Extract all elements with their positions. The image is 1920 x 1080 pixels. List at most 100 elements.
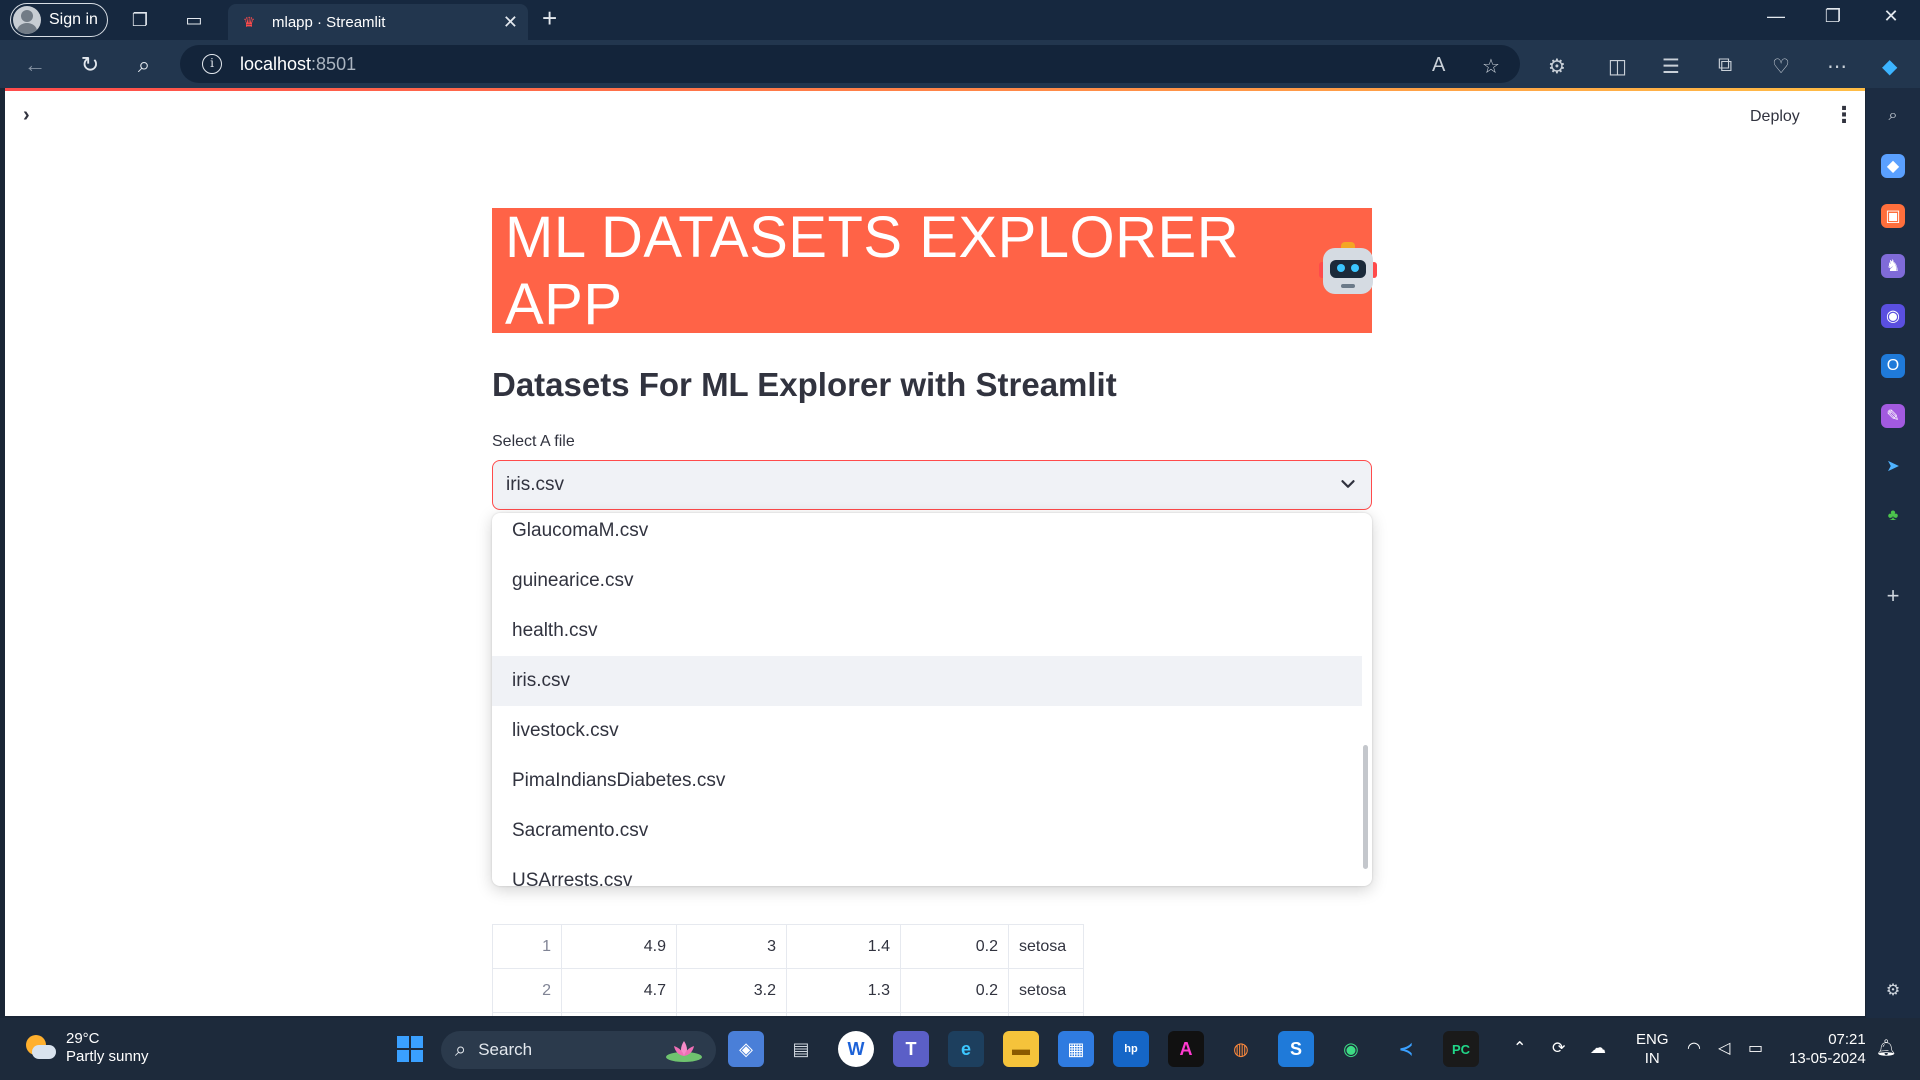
tray-overflow-icon[interactable]: ⌃ xyxy=(1513,1038,1526,1058)
task-view-icon[interactable]: ▤ xyxy=(783,1031,819,1067)
subheader: Datasets For ML Explorer with Streamlit xyxy=(492,366,1117,403)
sidebar-search-icon[interactable]: ⌕ xyxy=(1881,104,1905,128)
s-app-icon[interactable]: S xyxy=(1278,1031,1314,1067)
streamlit-favicon-icon: ♛ xyxy=(242,13,256,30)
more-options-icon[interactable]: ⋯ xyxy=(1827,54,1847,79)
microsoft365-icon[interactable]: ◉ xyxy=(1881,304,1905,328)
file-dropdown-menu[interactable]: USArrests.csv Sacramento.csv PimaIndiansDi… xyxy=(492,513,1372,886)
table-cell: 0.2 xyxy=(900,968,1009,1013)
sign-in-button[interactable]: Sign in xyxy=(10,3,108,37)
send-icon[interactable]: ➤ xyxy=(1881,454,1905,478)
search-icon: ⌕ xyxy=(455,1038,467,1061)
tools-icon[interactable]: ▣ xyxy=(1881,204,1905,228)
table-cell: 0.2 xyxy=(900,1012,1009,1016)
table-cell: 1.5 xyxy=(786,1012,901,1016)
back-icon[interactable]: ← xyxy=(22,52,48,78)
designer-icon[interactable]: ✎ xyxy=(1881,404,1905,428)
language-indicator[interactable]: ENG IN xyxy=(1636,1030,1669,1068)
deploy-button[interactable]: Deploy xyxy=(1750,108,1800,126)
table-cell: 4.7 xyxy=(561,968,677,1013)
favorites-icon[interactable]: ☰ xyxy=(1662,54,1680,79)
favorite-star-icon[interactable]: ☆ xyxy=(1482,54,1500,79)
table-cell: setosa xyxy=(1008,1012,1084,1016)
table-cell: setosa xyxy=(1008,924,1084,969)
read-aloud-icon[interactable]: A xyxy=(1432,54,1445,77)
dropdown-option[interactable]: Sacramento.csv xyxy=(492,806,1362,856)
myhp-icon[interactable]: hp xyxy=(1113,1031,1149,1067)
dropdown-option[interactable]: guinearice.csv xyxy=(492,556,1362,606)
pycharm-icon[interactable]: PC xyxy=(1443,1031,1479,1067)
outlook-icon[interactable]: O xyxy=(1881,354,1905,378)
browser-essentials-icon[interactable]: ♡ xyxy=(1772,54,1790,79)
partly-sunny-icon xyxy=(22,1031,56,1065)
table-cell: 1.4 xyxy=(786,924,901,969)
table-cell: 4.6 xyxy=(561,1012,677,1016)
sidebar-settings-icon[interactable]: ⚙ xyxy=(1881,978,1905,1002)
add-sidebar-app-icon[interactable]: + xyxy=(1881,583,1905,608)
select-label: Select A file xyxy=(492,433,575,450)
dropdown-scrollbar[interactable] xyxy=(1363,745,1368,869)
weather-widget[interactable]: 29°C Partly sunny xyxy=(22,1030,149,1066)
workspaces-icon[interactable]: ❐ xyxy=(128,8,152,32)
battery-icon[interactable]: ▭ xyxy=(1748,1038,1763,1058)
copilot-icon[interactable]: ◆ xyxy=(1882,54,1897,79)
collections-icon[interactable]: ⧉ xyxy=(1718,54,1732,77)
games-icon[interactable]: ♞ xyxy=(1881,254,1905,278)
chrome-icon[interactable]: ◉ xyxy=(1333,1031,1369,1067)
edge-icon[interactable]: e xyxy=(948,1031,984,1067)
teams-icon[interactable]: T xyxy=(893,1031,929,1067)
weather-condition: Partly sunny xyxy=(66,1048,149,1065)
word-app-icon[interactable]: W xyxy=(838,1031,874,1067)
windows-start-icon[interactable] xyxy=(392,1031,428,1067)
streamlit-page: › Deploy ⋮ ML DATASETS EXPLORER APP Data… xyxy=(5,88,1865,1016)
extensions-icon[interactable]: ⚙ xyxy=(1548,54,1566,79)
main-menu-icon[interactable]: ⋮ xyxy=(1833,102,1855,128)
restore-icon[interactable]: ❐ xyxy=(1818,6,1848,27)
tab-actions-icon[interactable]: ▭ xyxy=(182,8,206,32)
tree-icon[interactable]: ♣ xyxy=(1881,504,1905,528)
sync-icon[interactable]: ⟳ xyxy=(1552,1038,1565,1058)
lang-line2: IN xyxy=(1644,1050,1660,1067)
taskbar-search[interactable]: ⌕ Search xyxy=(441,1031,716,1069)
dropdown-option[interactable]: health.csv xyxy=(492,606,1362,656)
shopping-tag-icon[interactable]: ◆ xyxy=(1881,154,1905,178)
tab-mlapp[interactable]: ♛ mlapp · Streamlit ✕ xyxy=(228,4,528,40)
dropdown-option[interactable]: USArrests.csv xyxy=(492,856,1362,886)
volume-icon[interactable]: ◁ xyxy=(1718,1038,1730,1058)
notifications-bell-icon[interactable]: 🔔︎ xyxy=(1876,1038,1896,1058)
dropdown-option[interactable]: livestock.csv xyxy=(492,706,1362,756)
chevron-down-icon xyxy=(1341,480,1355,488)
table-cell: 0.2 xyxy=(900,924,1009,969)
window-close-icon[interactable]: ✕ xyxy=(1876,6,1906,27)
table-cell: setosa xyxy=(1008,968,1084,1013)
onedrive-icon[interactable]: ☁ xyxy=(1590,1038,1606,1058)
close-tab-icon[interactable]: ✕ xyxy=(503,12,518,33)
weather-temp: 29°C xyxy=(66,1030,100,1047)
dropdown-option[interactable]: GlaucomaM.csv xyxy=(492,513,1362,556)
store-icon[interactable]: ▦ xyxy=(1058,1031,1094,1067)
dropdown-option[interactable]: iris.csv xyxy=(492,656,1362,706)
url-field[interactable]: i localhost:8501 xyxy=(180,45,1520,83)
table-row: 34.63.11.50.2setosa xyxy=(492,1012,1084,1016)
adobe-express-icon[interactable]: A xyxy=(1168,1031,1204,1067)
clock-date: 13-05-2024 xyxy=(1789,1050,1866,1067)
refresh-icon[interactable]: ↻ xyxy=(77,52,103,78)
site-info-icon[interactable]: i xyxy=(202,54,222,74)
row-index-cell: 3 xyxy=(492,1012,562,1016)
windows-taskbar: 29°C Partly sunny ⌕ Search ◈ ▤ W T e ▬ ▦… xyxy=(0,1018,1920,1080)
table-cell: 3 xyxy=(676,924,787,969)
clock[interactable]: 07:21 13-05-2024 xyxy=(1789,1030,1866,1068)
vscode-icon[interactable]: ≺ xyxy=(1388,1031,1424,1067)
minimize-icon[interactable]: — xyxy=(1761,6,1791,27)
wifi-icon[interactable]: ◠ xyxy=(1687,1038,1701,1058)
dropdown-option[interactable]: PimaIndiansDiabetes.csv xyxy=(492,756,1362,806)
sidebar-toggle-icon[interactable]: › xyxy=(23,104,30,127)
new-tab-icon[interactable]: + xyxy=(542,3,557,34)
title-banner: ML DATASETS EXPLORER APP xyxy=(492,205,1377,337)
copilot-pre-icon[interactable]: ◈ xyxy=(728,1031,764,1067)
search-icon[interactable]: ⌕ xyxy=(131,52,157,78)
file-explorer-icon[interactable]: ▬ xyxy=(1003,1031,1039,1067)
ubuntu-icon[interactable]: ◍ xyxy=(1223,1031,1259,1067)
file-select[interactable]: iris.csv xyxy=(492,460,1372,510)
split-screen-icon[interactable]: ◫ xyxy=(1608,54,1627,79)
